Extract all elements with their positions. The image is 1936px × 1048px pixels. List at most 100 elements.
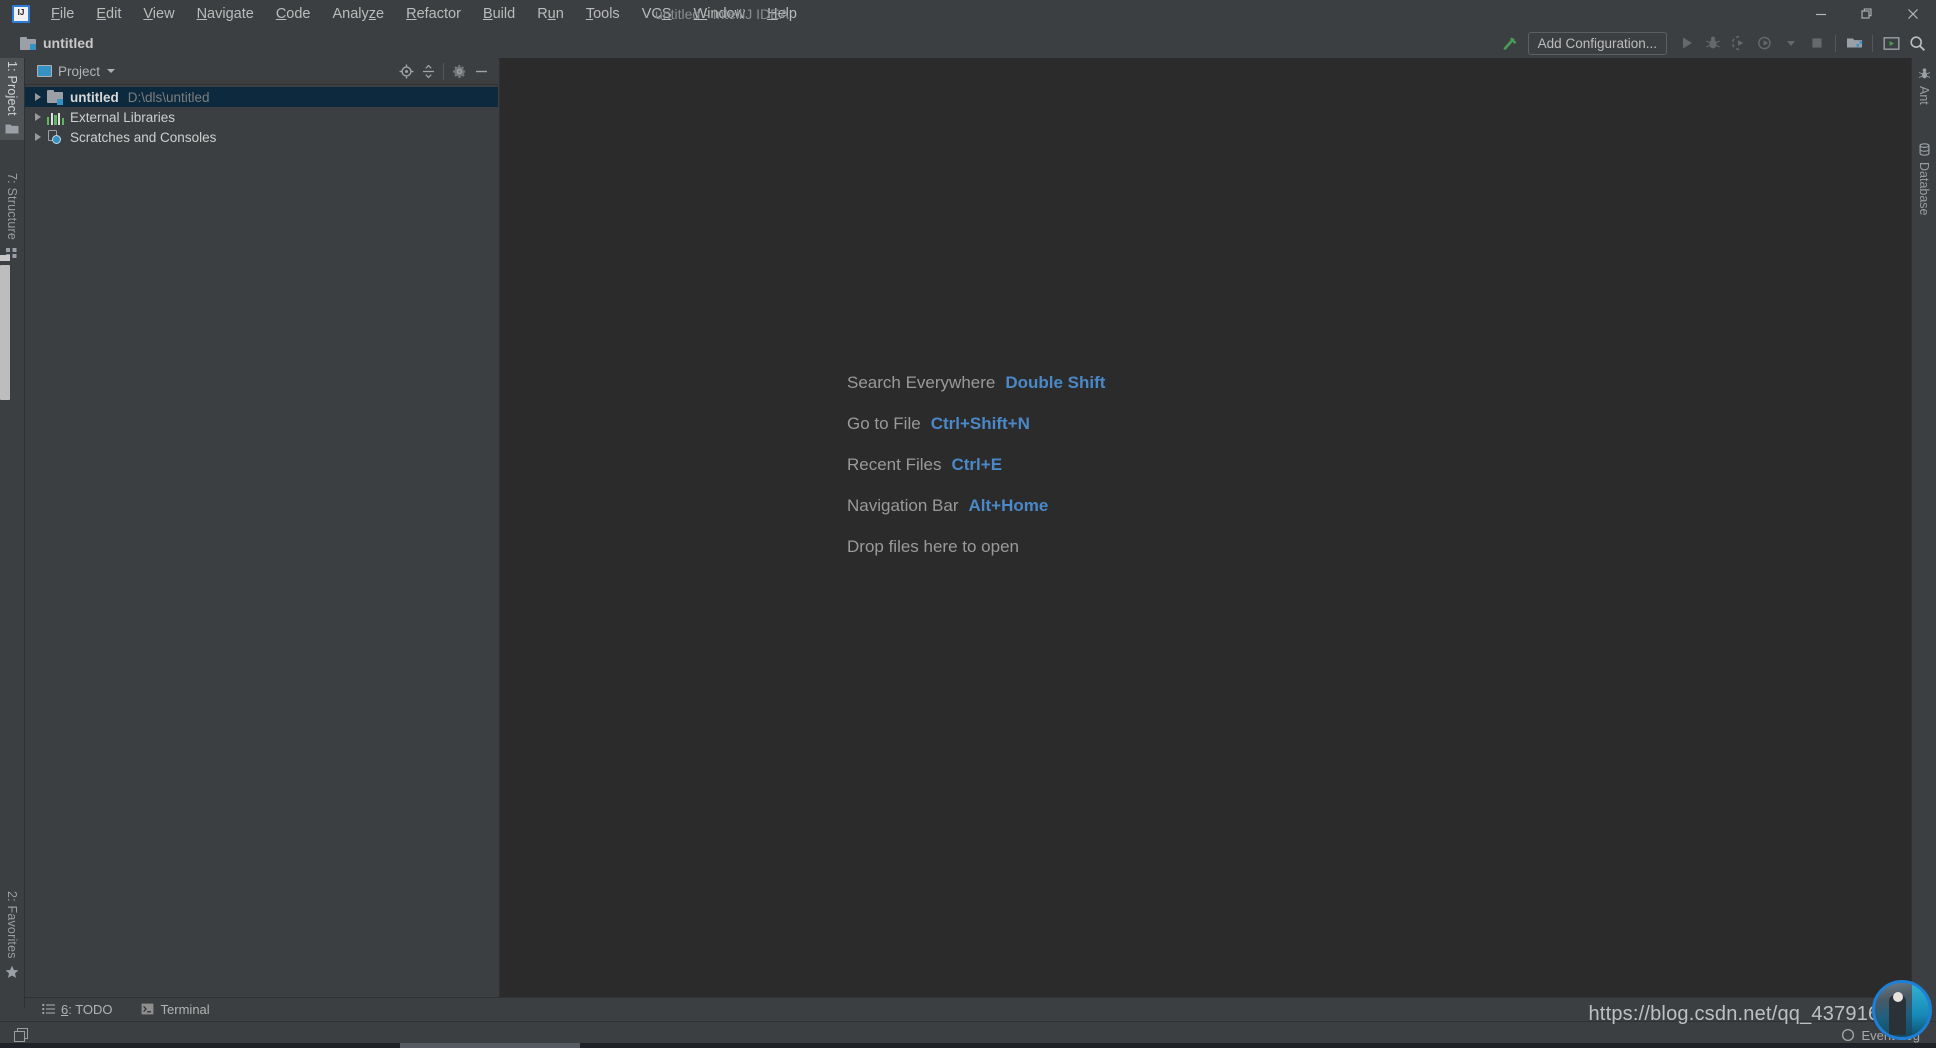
hint-shortcut: Ctrl+Shift+N bbox=[930, 414, 1030, 433]
menu-window[interactable]: Window bbox=[683, 4, 757, 24]
chevron-down-icon bbox=[107, 69, 116, 73]
hint-label: Search Everywhere bbox=[847, 373, 996, 392]
menu-code[interactable]: Code bbox=[265, 4, 322, 24]
expand-arrow-icon[interactable] bbox=[29, 93, 47, 101]
menu-vcs[interactable]: VCS bbox=[631, 4, 683, 24]
collapse-all-button[interactable] bbox=[417, 60, 439, 82]
restore-button[interactable] bbox=[1844, 0, 1890, 28]
bottom-tab-todo-label: : TODO bbox=[68, 1001, 113, 1017]
project-window-icon bbox=[37, 65, 52, 77]
webcam-avatar bbox=[1872, 980, 1932, 1040]
menu-run[interactable]: Run bbox=[526, 4, 575, 24]
build-hammer-icon bbox=[1503, 37, 1517, 50]
sidebar-item-favorites[interactable]: 2: Favorites bbox=[0, 888, 24, 983]
menu-refactor[interactable]: Refactor bbox=[395, 4, 472, 24]
os-scrollbar-thumb[interactable] bbox=[0, 265, 10, 400]
sidebar-item-structure-label: 7: Structure bbox=[5, 173, 19, 241]
select-opened-file-button[interactable] bbox=[395, 60, 417, 82]
menu-analyze[interactable]: Analyze bbox=[322, 4, 396, 24]
search-everywhere-button[interactable] bbox=[1904, 30, 1930, 56]
bottom-tab-terminal-label: Terminal bbox=[160, 1001, 210, 1017]
hint-label: Recent Files bbox=[847, 455, 942, 474]
bottom-tab-todo-index: 6 bbox=[61, 1001, 69, 1017]
project-panel-header: Project bbox=[25, 58, 498, 85]
project-structure-icon bbox=[1846, 38, 1862, 48]
hide-panel-button[interactable] bbox=[470, 60, 492, 82]
project-structure-button[interactable] bbox=[1841, 30, 1867, 56]
hint-label: Go to File bbox=[847, 414, 921, 433]
terminal-icon bbox=[141, 1003, 155, 1016]
run-button[interactable] bbox=[1674, 30, 1700, 56]
toolbar-separator-2 bbox=[1872, 34, 1873, 52]
add-configuration-button[interactable]: Add Configuration... bbox=[1527, 31, 1667, 55]
bottom-tab-terminal[interactable]: Terminal bbox=[141, 1002, 210, 1017]
database-icon bbox=[1917, 142, 1931, 156]
hint-label: Drop files here to open bbox=[847, 537, 1019, 556]
ant-icon bbox=[1917, 66, 1931, 80]
minimize-icon bbox=[475, 70, 487, 72]
collapse-all-icon bbox=[422, 64, 434, 78]
profile-button[interactable] bbox=[1752, 30, 1778, 56]
editor-hints: Search Everywhere Double Shift Go to Fil… bbox=[847, 373, 1105, 578]
minimize-button[interactable] bbox=[1798, 0, 1844, 28]
table-row[interactable]: External Libraries bbox=[25, 107, 498, 127]
menu-edit[interactable]: Edit bbox=[85, 4, 132, 24]
table-row[interactable]: Scratches and Consoles bbox=[25, 127, 498, 147]
breadcrumb[interactable]: untitled bbox=[20, 35, 94, 51]
sidebar-item-favorites-label: 2: Favorites bbox=[5, 891, 19, 959]
stop-button[interactable] bbox=[1804, 30, 1830, 56]
sidebar-item-database[interactable]: Database bbox=[1912, 138, 1936, 219]
hint-recent-files: Recent Files Ctrl+E bbox=[847, 455, 1105, 475]
run-with-coverage-icon bbox=[1731, 35, 1744, 51]
sidebar-item-ant[interactable]: Ant bbox=[1912, 62, 1936, 108]
tree-item-path: D:\dls\untitled bbox=[127, 89, 210, 105]
gear-icon bbox=[452, 64, 465, 78]
hint-label: Navigation Bar bbox=[847, 496, 959, 515]
menu-tools[interactable]: Tools bbox=[575, 4, 631, 24]
hint-shortcut: Double Shift bbox=[1005, 373, 1106, 392]
expand-arrow-icon[interactable] bbox=[29, 133, 47, 141]
profile-dropdown-button[interactable] bbox=[1778, 30, 1804, 56]
project-folder-icon bbox=[5, 122, 19, 136]
os-scrollbar-cap bbox=[0, 255, 10, 261]
intellij-idea-logo-icon bbox=[12, 5, 30, 23]
hint-search-everywhere: Search Everywhere Double Shift bbox=[847, 373, 1105, 393]
os-taskbar bbox=[0, 1043, 1936, 1048]
bottom-tab-todo[interactable]: 6: TODO bbox=[41, 1002, 113, 1017]
layout-toggle-icon[interactable] bbox=[14, 1028, 29, 1042]
hint-shortcut: Alt+Home bbox=[968, 496, 1049, 515]
tree-item-label: untitled bbox=[70, 89, 119, 105]
hint-shortcut: Ctrl+E bbox=[951, 455, 1003, 474]
expand-arrow-icon[interactable] bbox=[29, 113, 47, 121]
project-folder-icon bbox=[20, 36, 36, 50]
sidebar-item-project[interactable]: 1: Project bbox=[0, 58, 24, 140]
project-panel-title-button[interactable]: Project bbox=[37, 64, 116, 79]
navigation-toolbar: untitled Add Configuration... bbox=[0, 28, 1936, 59]
debug-button[interactable] bbox=[1700, 30, 1726, 56]
menu-build[interactable]: Build bbox=[472, 4, 526, 24]
menu-help[interactable]: Help bbox=[756, 4, 808, 24]
tree-item-label: Scratches and Consoles bbox=[70, 129, 217, 145]
breadcrumb-label: untitled bbox=[43, 35, 94, 51]
run-anything-button[interactable] bbox=[1878, 30, 1904, 56]
right-tool-window-stripe: Ant Database bbox=[1911, 58, 1936, 1008]
watermark-url: https://blog.csdn.net/qq_43791614 bbox=[1588, 1003, 1902, 1025]
hint-drop-files: Drop files here to open bbox=[847, 537, 1105, 557]
locate-target-icon bbox=[399, 64, 413, 78]
menu-file[interactable]: File bbox=[40, 4, 85, 24]
chevron-down-icon bbox=[1787, 40, 1795, 46]
menu-file-label: ile bbox=[59, 6, 75, 22]
close-button[interactable] bbox=[1890, 0, 1936, 28]
menu-view[interactable]: View bbox=[132, 4, 185, 24]
menu-navigate[interactable]: Navigate bbox=[186, 4, 265, 24]
sidebar-item-database-label: Database bbox=[1917, 162, 1931, 216]
run-with-coverage-button[interactable] bbox=[1726, 30, 1752, 56]
project-settings-button[interactable] bbox=[448, 60, 470, 82]
tree-item-label: External Libraries bbox=[70, 109, 176, 125]
editor-empty-area[interactable]: Search Everywhere Double Shift Go to Fil… bbox=[499, 58, 1913, 998]
sidebar-item-structure[interactable]: 7: Structure bbox=[0, 170, 24, 264]
project-tool-window: Project untitled D:\dls\untitled Externa… bbox=[25, 58, 498, 998]
external-libraries-icon bbox=[47, 110, 65, 125]
build-button[interactable] bbox=[1498, 30, 1524, 56]
table-row[interactable]: untitled D:\dls\untitled bbox=[25, 87, 498, 107]
